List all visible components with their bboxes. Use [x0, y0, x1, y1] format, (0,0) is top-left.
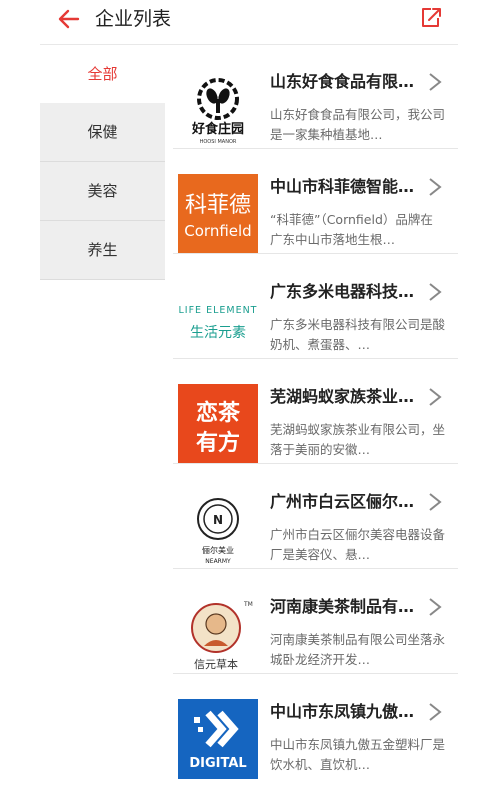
digital-logo-icon: DIGITAL	[189, 710, 247, 771]
list-item[interactable]: 科菲德 Cornfield 中山市科菲德智能科技 “科菲德”（Cornfield…	[165, 150, 458, 254]
company-name: 中山市科菲德智能科技	[270, 177, 425, 196]
company-name: 广州市白云区俪尔美容电器	[270, 492, 425, 511]
list-item[interactable]: 恋茶 有方 芜湖蚂蚁家族茶业有限公司 芜湖蚂蚁家族茶业有限公司，坐落于美丽的安徽…	[165, 360, 458, 464]
chevron-right-icon	[429, 493, 442, 511]
company-description: 广州市白云区俪尔美容电器设备厂是美容仪、悬…	[270, 527, 445, 562]
category-sidebar: 全部 保健 美容 养生	[40, 45, 165, 800]
svg-text:HOOSI MANOR: HOOSI MANOR	[200, 139, 237, 145]
list-item[interactable]: 好食庄园 HOOSI MANOR 山东好食食品有限公司 山东好食食品有限公司，我…	[165, 45, 458, 149]
category-label: 美容	[87, 182, 118, 200]
svg-text:NEARMY: NEARMY	[205, 558, 231, 565]
company-list: 好食庄园 HOOSI MANOR 山东好食食品有限公司 山东好食食品有限公司，我…	[165, 45, 458, 800]
svg-text:有方: 有方	[196, 430, 240, 456]
company-logo: 科菲德 Cornfield	[178, 174, 258, 254]
top-bar: 企业列表	[0, 0, 480, 44]
category-label: 养生	[87, 241, 118, 259]
svg-text:信元草本: 信元草本	[194, 657, 238, 671]
company-description: 芜湖蚂蚁家族茶业有限公司，坐落于美丽的安徽…	[270, 422, 445, 457]
company-description: 山东好食食品有限公司，我公司是一家集种植基地…	[270, 107, 445, 142]
company-name: 河南康美茶制品有限公司	[270, 597, 425, 616]
company-logo: LIFE ELEMENT 生活元素	[178, 279, 258, 359]
svg-text:好食庄园: 好食庄园	[191, 121, 244, 137]
company-logo: 好食庄园 HOOSI MANOR	[178, 69, 258, 149]
svg-text:生活元素: 生活元素	[190, 325, 246, 341]
svg-text:TM: TM	[243, 601, 253, 608]
svg-text:恋茶: 恋茶	[196, 400, 241, 426]
company-logo: TM 信元草本	[178, 594, 258, 674]
share-icon[interactable]	[418, 5, 444, 31]
company-description: 河南康美茶制品有限公司坐落永城卧龙经济开发…	[270, 632, 445, 667]
company-logo: N 俪尔美业 NEARMY	[178, 489, 258, 569]
tea-brand-logo-icon: 恋茶 有方	[196, 400, 241, 456]
chevron-right-icon	[429, 388, 442, 406]
svg-text:Cornfield: Cornfield	[184, 222, 251, 240]
row-divider	[173, 463, 458, 464]
row-divider	[173, 148, 458, 149]
chevron-right-icon	[429, 178, 442, 196]
list-item[interactable]: TM 信元草本 河南康美茶制品有限公司 河南康美茶制品有限公司坐落永城卧龙经济开…	[165, 570, 458, 674]
chevron-right-icon	[429, 703, 442, 721]
svg-text:俪尔美业: 俪尔美业	[202, 545, 234, 555]
svg-text:科菲德: 科菲德	[185, 193, 251, 218]
back-arrow-icon[interactable]	[56, 6, 82, 32]
row-divider	[173, 673, 458, 674]
row-divider	[173, 358, 458, 359]
company-name: 广东多米电器科技有限公司	[270, 282, 425, 301]
company-description: 广东多米电器科技有限公司是酸奶机、煮蛋器、…	[270, 317, 445, 352]
row-divider	[173, 253, 458, 254]
company-description: 中山市东凤镇九傲五金塑料厂是饮水机、直饮机…	[270, 737, 445, 772]
list-item[interactable]: LIFE ELEMENT 生活元素 广东多米电器科技有限公司 广东多米电器科技有…	[165, 255, 458, 359]
company-logo: 恋茶 有方	[178, 384, 258, 464]
svg-text:LIFE ELEMENT: LIFE ELEMENT	[179, 305, 258, 316]
company-description: “科菲德”（Cornfield）品牌在广东中山市落地生根…	[270, 212, 433, 247]
chevron-right-icon	[429, 283, 442, 301]
svg-text:N: N	[213, 513, 223, 527]
list-item[interactable]: DIGITAL 中山市东凤镇九傲五金 中山市东凤镇九傲五金塑料厂是饮水机、直饮机…	[165, 675, 458, 779]
category-wellness[interactable]: 养生	[40, 221, 165, 280]
list-item[interactable]: N 俪尔美业 NEARMY 广州市白云区俪尔美容电器 广州市白云区俪尔美容电器设…	[165, 465, 458, 569]
company-name: 芜湖蚂蚁家族茶业有限公司	[270, 387, 425, 406]
xinyuan-logo-icon: TM 信元草本	[191, 601, 253, 671]
cornfield-logo-icon: 科菲德 Cornfield	[184, 193, 251, 240]
category-beauty[interactable]: 美容	[40, 162, 165, 221]
chevron-right-icon	[429, 598, 442, 616]
svg-text:DIGITAL: DIGITAL	[189, 756, 246, 771]
chevron-right-icon	[429, 73, 442, 91]
sidebar-empty	[40, 281, 165, 754]
category-label: 保健	[87, 123, 118, 141]
category-health[interactable]: 保健	[40, 103, 165, 162]
hoosi-logo-icon: 好食庄园 HOOSI MANOR	[191, 78, 244, 145]
life-element-logo-icon: LIFE ELEMENT 生活元素	[179, 305, 258, 341]
nearmy-logo-icon: N 俪尔美业 NEARMY	[197, 498, 239, 565]
category-label: 全部	[87, 65, 118, 83]
company-name: 中山市东凤镇九傲五金	[270, 702, 425, 721]
row-divider	[173, 568, 458, 569]
company-name: 山东好食食品有限公司	[270, 72, 425, 91]
page-title: 企业列表	[95, 8, 172, 30]
company-logo: DIGITAL	[178, 699, 258, 779]
category-all[interactable]: 全部	[40, 45, 165, 103]
